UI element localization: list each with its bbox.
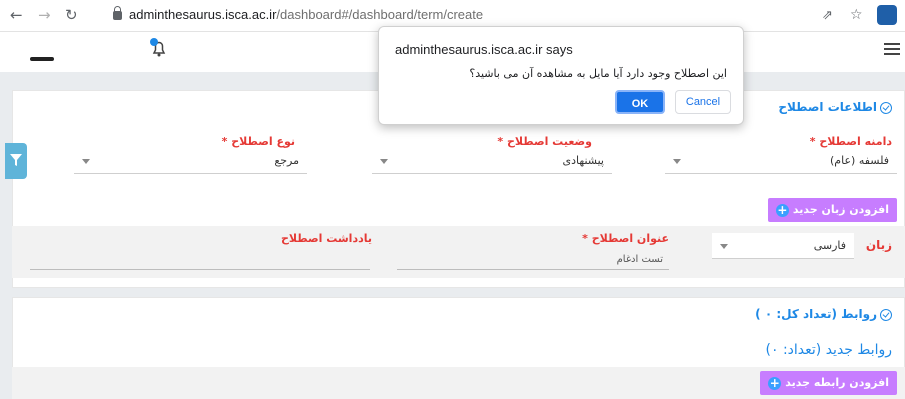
term-info-title: اطلاعات اصطلاح — [778, 100, 892, 114]
type-select[interactable]: مرجع — [74, 148, 307, 174]
language-select[interactable]: فارسی — [712, 233, 854, 259]
star-icon[interactable]: ☆ — [850, 7, 863, 23]
term-title-input[interactable]: تست ادغام — [397, 248, 669, 270]
check-circle-icon — [880, 101, 892, 114]
type-label: نوع اصطلاح * — [221, 135, 295, 148]
extension-icon[interactable] — [877, 5, 897, 25]
domain-select[interactable]: فلسفه (عام) — [665, 148, 897, 174]
plus-icon: + — [775, 202, 789, 217]
chevron-down-icon — [82, 159, 90, 164]
add-language-button[interactable]: افزودن زبان جدید+ — [767, 198, 897, 222]
lock-icon — [113, 6, 122, 20]
chevron-down-icon — [720, 244, 728, 249]
url-path: /dashboard#/dashboard/term/create — [276, 7, 484, 22]
type-value: مرجع — [274, 154, 299, 167]
plus-icon: + — [768, 375, 782, 390]
check-circle-icon — [880, 308, 892, 321]
domain-label: دامنه اصطلاح * — [809, 135, 892, 148]
reload-icon[interactable]: ↻ — [65, 6, 78, 24]
chevron-down-icon — [673, 159, 681, 164]
term-title-label: عنوان اصطلاح * — [582, 232, 669, 245]
status-value: پیشنهادی — [562, 154, 604, 167]
chevron-down-icon — [380, 159, 388, 164]
back-arrow-icon[interactable]: ← — [10, 6, 23, 24]
menu-icon[interactable] — [884, 43, 900, 55]
bell-icon[interactable] — [148, 37, 170, 59]
language-label: زبان — [865, 238, 892, 252]
ok-button[interactable]: OK — [615, 90, 665, 114]
cancel-button[interactable]: Cancel — [675, 90, 731, 114]
dialog-message: این اصطلاح وجود دارد آیا مایل به مشاهده … — [469, 67, 727, 80]
dialog-title: adminthesaurus.isca.ac.ir says — [395, 42, 573, 57]
address-bar[interactable]: adminthesaurus.isca.ac.ir/dashboard#/das… — [129, 7, 483, 22]
filter-toggle[interactable] — [5, 143, 27, 179]
filter-icon — [10, 154, 22, 166]
new-relations-title: روابط جدید (تعداد: ۰) — [765, 342, 893, 358]
domain-value: فلسفه (عام) — [830, 154, 889, 167]
add-relation-button[interactable]: افزودن رابطه جدید+ — [760, 371, 897, 395]
term-note-label: یادداشت اصطلاح — [280, 232, 372, 245]
confirm-dialog: adminthesaurus.isca.ac.ir says این اصطلا… — [378, 26, 744, 125]
share-icon[interactable]: ⇗ — [822, 8, 833, 23]
relations-title: روابط (تعداد کل: ۰ ) — [755, 307, 892, 321]
term-title-value: تست ادغام — [616, 254, 663, 265]
status-label: وضعیت اصطلاح * — [497, 135, 592, 148]
logo-mark — [30, 57, 54, 61]
language-value: فارسی — [813, 239, 846, 252]
term-note-input[interactable] — [30, 248, 370, 270]
url-host: adminthesaurus.isca.ac.ir — [129, 7, 277, 22]
status-select[interactable]: پیشنهادی — [372, 148, 612, 174]
forward-arrow-icon[interactable]: → — [38, 6, 51, 24]
